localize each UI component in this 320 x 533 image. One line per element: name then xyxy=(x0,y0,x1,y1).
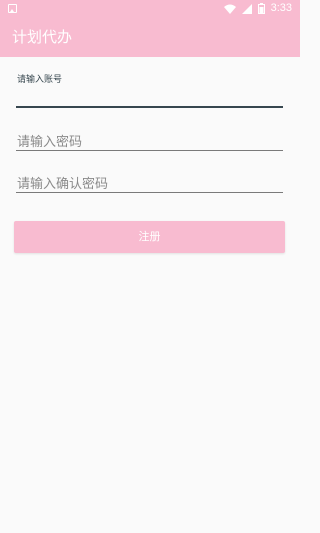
app-bar: 计划代办 xyxy=(0,17,300,57)
status-bar: 3:33 xyxy=(0,0,300,17)
status-icons: 3:33 xyxy=(223,0,292,17)
password-field-underline xyxy=(16,150,283,151)
account-field-underline xyxy=(16,106,283,108)
app-title: 计划代办 xyxy=(12,28,73,46)
password-field-placeholder: 请输入密码 xyxy=(17,135,83,150)
account-field[interactable]: 请输入账号 xyxy=(16,72,283,110)
image-icon xyxy=(8,4,17,13)
register-button[interactable]: 注册 xyxy=(14,221,285,253)
confirm-password-field-placeholder: 请输入确认密码 xyxy=(17,177,109,192)
status-time: 3:33 xyxy=(270,2,292,14)
confirm-password-field-underline xyxy=(16,192,283,193)
password-field[interactable]: 请输入密码 xyxy=(16,128,283,152)
account-field-label: 请输入账号 xyxy=(17,75,63,85)
wifi-icon xyxy=(223,4,236,14)
confirm-password-field[interactable]: 请输入确认密码 xyxy=(16,170,283,194)
signal-icon xyxy=(241,3,252,14)
battery-icon xyxy=(257,3,265,14)
